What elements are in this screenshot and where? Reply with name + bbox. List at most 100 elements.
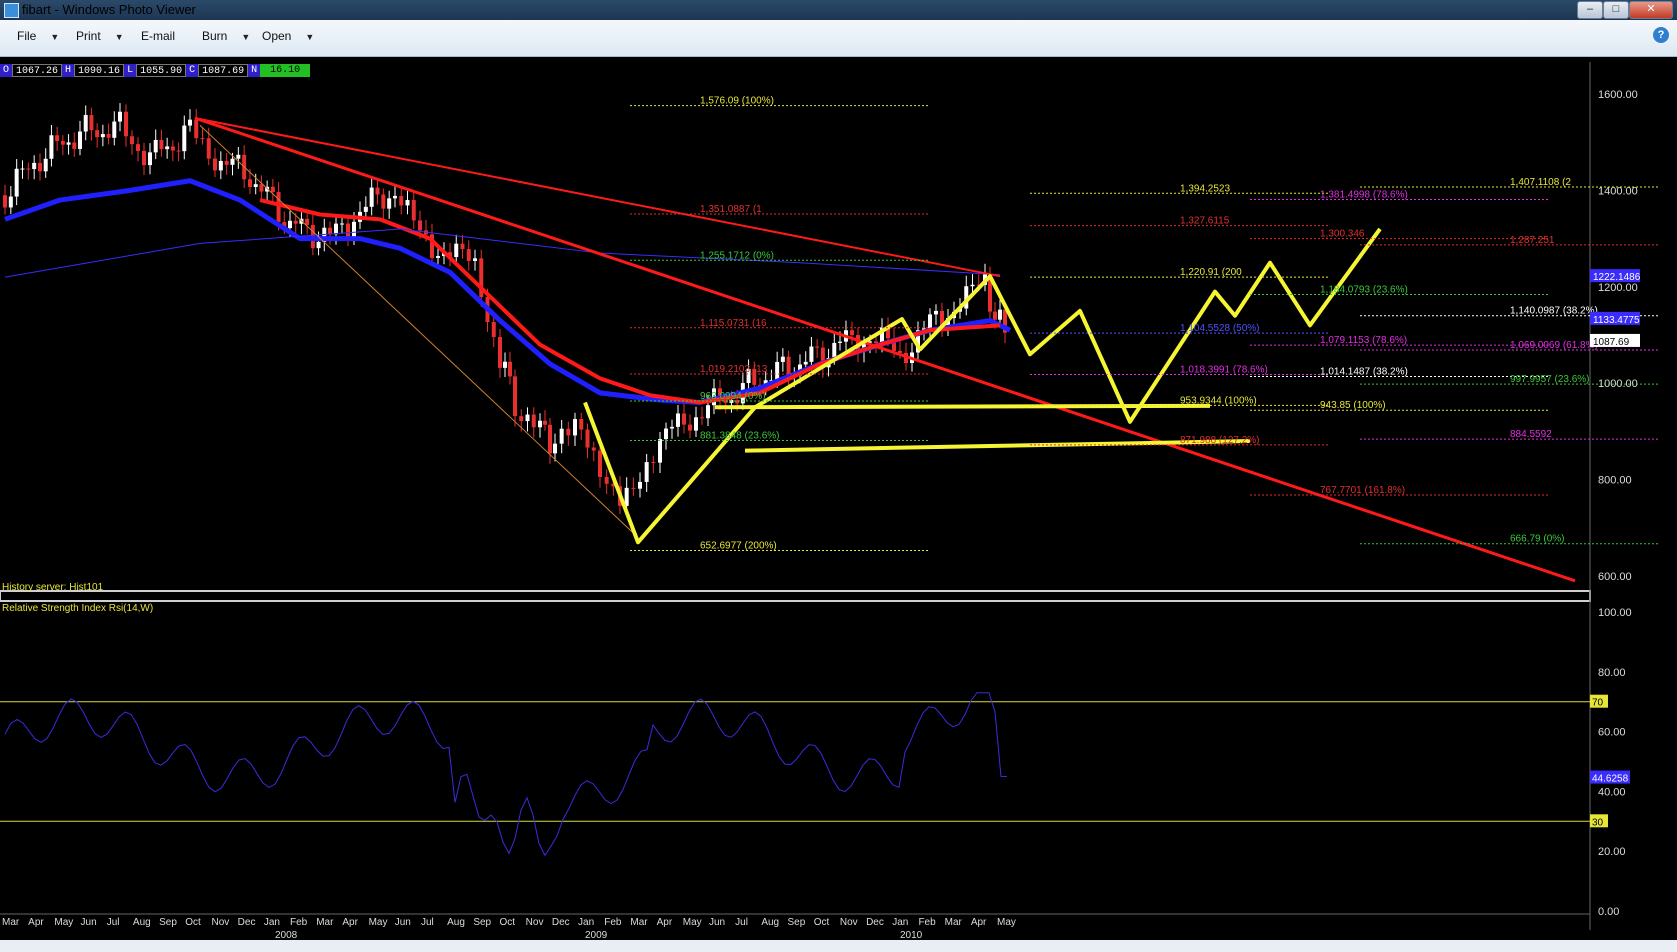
candle-body	[182, 125, 187, 152]
help-icon[interactable]: ?	[1653, 27, 1669, 43]
month-tick-label: Aug	[761, 917, 779, 928]
candle-body	[328, 227, 332, 235]
month-tick-label: Mar	[630, 917, 648, 928]
candle-body	[100, 134, 105, 138]
candle-body	[236, 154, 241, 159]
candle-body	[780, 356, 785, 362]
minimize-button[interactable]: –	[1577, 1, 1603, 19]
month-tick-label: Nov	[840, 917, 858, 928]
candle-body	[399, 195, 404, 206]
candle-body	[498, 337, 502, 368]
month-tick-label: Apr	[28, 917, 44, 928]
candle-body	[95, 130, 100, 138]
ohlc-readout: O 1067.26 H 1090.16 L 1055.90 C 1087.69 …	[0, 64, 311, 77]
month-tick-label: Nov	[211, 917, 229, 928]
month-tick-label: Mar	[316, 917, 334, 928]
month-tick-label: Sep	[788, 917, 806, 928]
candle-body	[83, 114, 88, 132]
menu-print[interactable]: Print ▼	[76, 29, 124, 43]
candle-body	[276, 192, 281, 223]
month-tick-label: Oct	[814, 917, 830, 928]
chevron-down-icon: ▼	[241, 32, 251, 42]
rsi-tick-label: 20.00	[1598, 846, 1626, 858]
candle-body	[676, 413, 680, 427]
candle-body	[288, 220, 292, 229]
fib-level-label: 884.5592	[1510, 429, 1552, 440]
candle-body	[112, 121, 117, 138]
fib-level-label: 1,079.1153 (78.6%)	[1320, 335, 1407, 346]
candle-body	[293, 220, 298, 224]
fib-level-label: 1,381.4998 (78.6%)	[1320, 190, 1408, 201]
rsi-current-label: 44.6258	[1592, 774, 1629, 785]
close-button[interactable]: ✕	[1629, 1, 1673, 19]
fib-level-label: 666.79 (0%)	[1510, 534, 1564, 545]
candle-body	[78, 131, 82, 149]
candle-body	[604, 476, 609, 484]
high-value: 1090.16	[74, 64, 125, 77]
sma-long-line	[4, 228, 1001, 278]
candle-body	[928, 314, 932, 329]
candle-body	[503, 361, 507, 368]
fib-anchor-line	[199, 124, 639, 538]
candle-body	[850, 330, 854, 335]
month-tick-label: Apr	[342, 917, 358, 928]
fib-level-label: 652.6977 (200%)	[700, 540, 777, 551]
month-tick-label: Jun	[81, 917, 97, 928]
candle-body	[591, 447, 596, 451]
fib-level-label: 1,327.6115	[1180, 216, 1230, 227]
menu-burn[interactable]: Burn ▼	[202, 29, 250, 43]
candle-body	[43, 158, 48, 172]
rsi-line	[4, 692, 1007, 857]
rsi-tick-label: 60.00	[1598, 727, 1626, 739]
fib-level-label: 1,351.0887 (1	[700, 204, 762, 215]
fib-level-label: 881.3848 (23.6%)	[700, 431, 780, 442]
fib-level-label: 1,407.1108 (2	[1510, 177, 1571, 188]
month-tick-label: Feb	[604, 917, 622, 928]
price-tick-label: 1600.00	[1598, 89, 1638, 101]
candle-body	[491, 321, 496, 338]
month-tick-label: Mar	[2, 917, 20, 928]
menu-file[interactable]: File ▼	[17, 29, 59, 43]
candle-body	[579, 419, 584, 430]
price-marker-label: 1087.69	[1593, 337, 1630, 348]
maximize-button[interactable]: □	[1603, 1, 1629, 19]
month-tick-label: Feb	[290, 917, 308, 928]
candle-body	[106, 134, 111, 138]
month-tick-label: Jul	[107, 917, 120, 928]
month-tick-label: Sep	[473, 917, 491, 928]
fib-level-label: 767.7701 (161.8%)	[1320, 485, 1405, 496]
fib-level-label: 1,019.2103 (13	[700, 364, 768, 375]
candle-body	[124, 111, 128, 137]
candle-body	[142, 150, 146, 166]
price-marker-label: 1222.1486	[1593, 272, 1641, 283]
fib-level-label: 1,394.2523	[1180, 183, 1230, 194]
month-tick-label: Mar	[945, 917, 963, 928]
candle-body	[20, 168, 25, 170]
menu-email[interactable]: E-mail	[141, 29, 175, 43]
candle-body	[130, 136, 134, 145]
month-tick-label: Feb	[918, 917, 936, 928]
candle-body	[213, 158, 217, 171]
candle-body	[598, 450, 602, 477]
candle-body	[519, 416, 524, 422]
low-label: L	[124, 64, 137, 77]
candle-body	[118, 111, 122, 122]
candle-body	[460, 243, 465, 250]
candle-body	[170, 146, 175, 151]
month-tick-label: Dec	[552, 917, 570, 928]
fib-level-label: 1,184.0793 (23.6%)	[1320, 285, 1408, 296]
menu-open[interactable]: Open ▼	[262, 29, 314, 43]
fib-level-label: 1,287.251	[1510, 235, 1555, 246]
menu-bar: File ▼ Print ▼ E-mail Burn ▼ Open ▼ ?	[0, 20, 1677, 57]
month-tick-label: Apr	[971, 917, 987, 928]
fib-level-label: 871.988 (127.2%)	[1180, 435, 1260, 446]
candle-body	[670, 426, 674, 429]
candle-body	[60, 141, 65, 145]
month-tick-label: Nov	[526, 917, 544, 928]
candle-body	[638, 481, 642, 489]
month-tick-label: Jan	[892, 917, 908, 928]
harmonic-neckline	[714, 403, 1211, 410]
price-tick-label: 1200.00	[1598, 282, 1638, 294]
candle-body	[316, 241, 321, 249]
rsi-title: Relative Strength Index Rsi(14,W)	[2, 603, 154, 614]
